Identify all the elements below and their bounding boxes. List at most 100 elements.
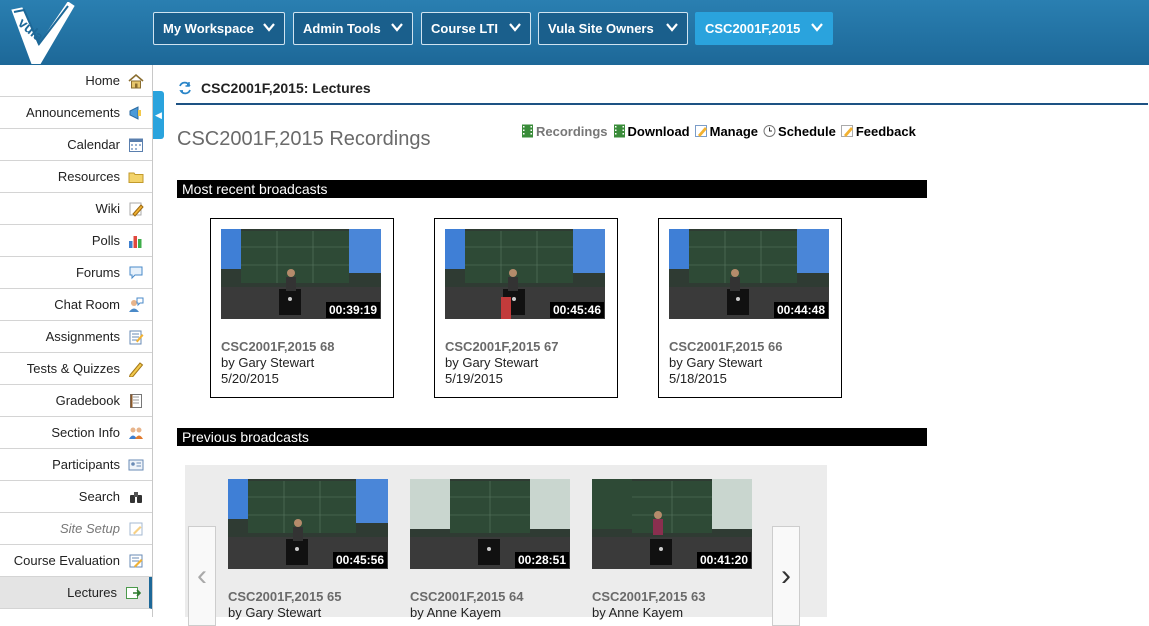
nav-course-lti[interactable]: Course LTI xyxy=(421,12,531,45)
recent-broadcasts-heading: Most recent broadcasts xyxy=(177,180,927,198)
clock-icon xyxy=(763,125,776,137)
pencil-icon xyxy=(128,362,144,377)
sidebar-item-search[interactable]: Search xyxy=(0,481,152,513)
reset-icon[interactable] xyxy=(178,81,192,95)
recording-presenter: by Anne Kayem xyxy=(410,605,502,620)
sidebar-item-section-info[interactable]: Section Info xyxy=(0,417,152,449)
sidebar-item-home[interactable]: Home xyxy=(0,65,152,97)
nav-admin-tools[interactable]: Admin Tools xyxy=(293,12,413,45)
sidebar-item-participants[interactable]: Participants xyxy=(0,449,152,481)
recording-presenter: by Anne Kayem xyxy=(592,605,684,620)
recording-title: CSC2001F,2015 64 xyxy=(410,589,524,604)
recordings-heading: CSC2001F,2015 Recordings xyxy=(177,128,431,150)
people-icon xyxy=(129,427,143,439)
vula-logo[interactable]: vula xyxy=(8,1,78,65)
sidebar-item-course-evaluation[interactable]: Course Evaluation xyxy=(0,545,152,577)
sidebar-item-label: Resources xyxy=(57,169,120,184)
sidebar-item-assignments[interactable]: Assignments xyxy=(0,321,152,353)
recording-presenter: by Gary Stewart xyxy=(221,355,315,370)
sidebar-item-forums[interactable]: Forums xyxy=(0,257,152,289)
carousel-next-button[interactable]: › xyxy=(772,526,800,626)
sidebar-item-chat-room[interactable]: Chat Room xyxy=(0,289,152,321)
sidebar-item-resources[interactable]: Resources xyxy=(0,161,152,193)
binoculars-icon xyxy=(130,492,142,503)
chevron-down-icon xyxy=(509,23,521,32)
sidebar-item-label: Chat Room xyxy=(54,297,120,312)
schedule-link[interactable]: Schedule xyxy=(763,124,836,139)
megaphone-icon xyxy=(129,106,141,120)
previous-broadcasts-heading: Previous broadcasts xyxy=(177,428,927,446)
video-thumbnail[interactable]: 00:45:56 xyxy=(228,479,388,569)
sidebar-item-calendar[interactable]: Calendar xyxy=(0,129,152,161)
recording-title: CSC2001F,2015 67 xyxy=(445,339,559,354)
sidebar-item-label: Wiki xyxy=(95,201,120,216)
sidebar-item-site-setup[interactable]: Site Setup xyxy=(0,513,152,545)
recording-card[interactable]: 00:45:56 CSC2001F,2015 65 by Gary Stewar… xyxy=(228,479,388,620)
id-card-icon xyxy=(128,459,144,471)
video-thumbnail[interactable]: 00:41:20 xyxy=(592,479,752,569)
collapse-arrow-icon: ◀ xyxy=(155,109,162,120)
chevron-down-icon xyxy=(666,23,678,32)
recording-card[interactable]: 00:39:19 CSC2001F,2015 68 by Gary Stewar… xyxy=(210,218,394,398)
video-thumbnail[interactable]: 00:39:19 xyxy=(221,229,381,319)
video-thumbnail[interactable]: 00:45:46 xyxy=(445,229,605,319)
film-icon xyxy=(613,124,625,138)
duration-badge: 00:39:19 xyxy=(325,302,380,318)
sidebar-item-announcements[interactable]: Announcements xyxy=(0,97,152,129)
duration-badge: 00:45:56 xyxy=(332,552,387,568)
manage-link[interactable]: Manage xyxy=(694,123,759,139)
recordings-link[interactable]: Recordings xyxy=(521,124,608,139)
sidebar-item-wiki[interactable]: Wiki xyxy=(0,193,152,225)
recording-date: 5/19/2015 xyxy=(445,371,503,386)
nav-vula-site-owners[interactable]: Vula Site Owners xyxy=(538,12,688,45)
sidebar-collapse-toggle[interactable]: ◀ xyxy=(153,91,164,139)
sidebar-item-label: Site Setup xyxy=(60,521,120,536)
sidebar-item-label: Announcements xyxy=(26,105,120,120)
recording-card[interactable]: 00:28:51 CSC2001F,2015 64 by Anne Kayem xyxy=(410,479,570,620)
carousel-prev-button[interactable]: ‹ xyxy=(188,526,216,626)
duration-badge: 00:45:46 xyxy=(549,302,604,318)
lectures-icon xyxy=(126,587,141,599)
link-label: Recordings xyxy=(536,123,608,139)
link-label: Manage xyxy=(709,123,759,139)
top-header: vula My Workspace Admin Tools Course LTI… xyxy=(0,0,1149,65)
recording-presenter: by Gary Stewart xyxy=(669,355,763,370)
sidebar-item-label: Calendar xyxy=(67,137,120,152)
video-thumbnail[interactable]: 00:28:51 xyxy=(410,479,570,569)
recording-card[interactable]: 00:45:46 CSC2001F,2015 67 by Gary Stewar… xyxy=(434,218,618,398)
sidebar-item-label: Forums xyxy=(75,265,120,280)
setup-icon xyxy=(129,522,143,536)
download-link[interactable]: Download xyxy=(613,124,690,139)
sidebar-item-label: Search xyxy=(78,489,120,504)
nav-current-site[interactable]: CSC2001F,2015 xyxy=(695,12,833,45)
nav-my-workspace[interactable]: My Workspace xyxy=(153,12,285,45)
sidebar-item-polls[interactable]: Polls xyxy=(0,225,152,257)
recording-presenter: by Gary Stewart xyxy=(228,605,322,620)
duration-badge: 00:28:51 xyxy=(514,552,569,568)
recording-title: CSC2001F,2015 68 xyxy=(221,339,335,354)
chat-person-icon xyxy=(129,297,144,312)
link-label: Download xyxy=(627,123,690,139)
sidebar-item-tests-quizzes[interactable]: Tests & Quizzes xyxy=(0,353,152,385)
folder-icon xyxy=(128,172,144,183)
lecture-tool-links: Recordings Download Manage Schedule Feed… xyxy=(521,121,921,141)
film-icon xyxy=(522,124,533,138)
sidebar-item-label: Section Info xyxy=(51,425,120,440)
chevron-down-icon xyxy=(263,23,275,32)
gradebook-icon xyxy=(130,394,142,408)
feedback-link[interactable]: Feedback xyxy=(840,124,916,139)
edit-icon xyxy=(694,125,707,137)
speech-bubble-icon xyxy=(129,266,143,280)
sidebar-item-gradebook[interactable]: Gradebook xyxy=(0,385,152,417)
recording-card[interactable]: 00:44:48 CSC2001F,2015 66 by Gary Stewar… xyxy=(658,218,842,398)
sidebar-item-label: Tests & Quizzes xyxy=(26,361,120,376)
recording-card[interactable]: 00:41:20 CSC2001F,2015 63 by Anne Kayem xyxy=(592,479,752,620)
sidebar-item-label: Gradebook xyxy=(55,393,120,408)
calendar-icon xyxy=(129,138,143,152)
recording-title: CSC2001F,2015 65 xyxy=(228,589,342,604)
sidebar-item-label: Course Evaluation xyxy=(13,553,120,568)
video-thumbnail[interactable]: 00:44:48 xyxy=(669,229,829,319)
recording-date: 5/20/2015 xyxy=(221,371,279,386)
sidebar-item-lectures[interactable]: Lectures xyxy=(0,577,152,609)
assignment-icon xyxy=(129,330,144,345)
